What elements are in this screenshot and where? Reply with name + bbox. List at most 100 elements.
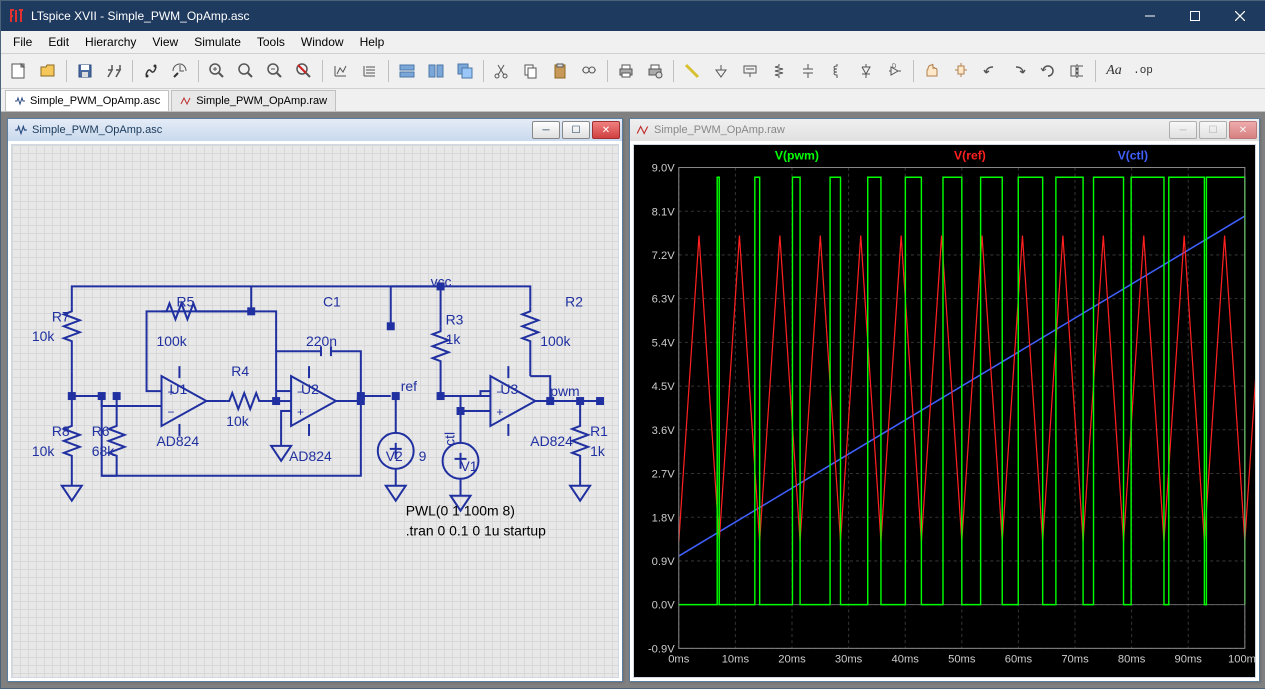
find-button[interactable]	[575, 57, 603, 85]
svg-text:V1: V1	[461, 458, 478, 474]
zoom-fit-button[interactable]	[290, 57, 318, 85]
app-window: LTspice XVII - Simple_PWM_OpAmp.asc File…	[0, 0, 1265, 689]
svg-text:R5: R5	[176, 293, 194, 309]
tile-vertical-button[interactable]	[422, 57, 450, 85]
undo-button[interactable]	[976, 57, 1004, 85]
menu-view[interactable]: View	[144, 33, 186, 51]
capacitor-button[interactable]	[794, 57, 822, 85]
waveform-window: Simple_PWM_OpAmp.raw ─ ☐ ✕ -0.9V0.0V0.9V…	[629, 118, 1260, 682]
halt-button[interactable]	[166, 57, 194, 85]
tile-windows-button[interactable]	[393, 57, 421, 85]
paste-button[interactable]	[546, 57, 574, 85]
app-logo-icon	[9, 8, 25, 24]
svg-text:9.0V: 9.0V	[652, 163, 676, 175]
draw-wire-button[interactable]	[678, 57, 706, 85]
label-net-button[interactable]	[736, 57, 764, 85]
svg-text:R1: R1	[590, 423, 608, 439]
schematic-titlebar[interactable]: Simple_PWM_OpAmp.asc ─ ☐ ✕	[8, 119, 622, 141]
zoom-in-button[interactable]	[203, 57, 231, 85]
svg-text:1.8V: 1.8V	[652, 512, 676, 524]
schematic-icon	[14, 123, 28, 137]
svg-text:AD824: AD824	[157, 433, 200, 449]
zoom-out-button[interactable]	[261, 57, 289, 85]
schematic-canvas[interactable]: + −	[12, 145, 618, 677]
diode-button[interactable]	[852, 57, 880, 85]
waveform-close-button[interactable]: ✕	[1229, 121, 1257, 139]
svg-text:U3: U3	[500, 381, 518, 397]
svg-text:AD824: AD824	[289, 448, 332, 464]
copy-button[interactable]	[517, 57, 545, 85]
menu-help[interactable]: Help	[352, 33, 393, 51]
waveform-titlebar[interactable]: Simple_PWM_OpAmp.raw ─ ☐ ✕	[630, 119, 1259, 141]
svg-text:V(pwm): V(pwm)	[775, 148, 819, 162]
menu-file[interactable]: File	[5, 33, 40, 51]
waveform-minimize-button[interactable]: ─	[1169, 121, 1197, 139]
svg-text:C1: C1	[323, 293, 341, 309]
svg-text:+: +	[297, 405, 304, 419]
close-button[interactable]	[1217, 1, 1262, 31]
print-setup-button[interactable]	[641, 57, 669, 85]
print-button[interactable]	[612, 57, 640, 85]
run-button[interactable]	[137, 57, 165, 85]
svg-text:PWL(0 1 100m 8): PWL(0 1 100m 8)	[406, 503, 515, 519]
save-button[interactable]	[71, 57, 99, 85]
plot-canvas[interactable]: -0.9V0.0V0.9V1.8V2.7V3.6V4.5V5.4V6.3V7.2…	[634, 145, 1255, 677]
open-button[interactable]	[34, 57, 62, 85]
tab-schematic[interactable]: Simple_PWM_OpAmp.asc	[5, 90, 169, 111]
schematic-window: Simple_PWM_OpAmp.asc ─ ☐ ✕	[7, 118, 623, 682]
resistor-button[interactable]	[765, 57, 793, 85]
menu-edit[interactable]: Edit	[40, 33, 77, 51]
waveform-maximize-button[interactable]: ☐	[1199, 121, 1227, 139]
schematic-maximize-button[interactable]: ☐	[562, 121, 590, 139]
svg-text:2.7V: 2.7V	[652, 469, 676, 481]
schematic-minimize-button[interactable]: ─	[532, 121, 560, 139]
tab-waveform[interactable]: Simple_PWM_OpAmp.raw	[171, 90, 336, 111]
menu-simulate[interactable]: Simulate	[186, 33, 249, 51]
svg-text:0ms: 0ms	[668, 654, 690, 666]
svg-text:ref: ref	[401, 378, 417, 394]
minimize-button[interactable]	[1127, 1, 1172, 31]
spice-directive-button[interactable]: .op	[1129, 57, 1157, 85]
svg-text:AD824: AD824	[530, 433, 573, 449]
schematic-icon	[14, 95, 26, 107]
svg-text:50ms: 50ms	[948, 654, 976, 666]
menu-hierarchy[interactable]: Hierarchy	[77, 33, 144, 51]
autorange-button[interactable]	[327, 57, 355, 85]
inductor-button[interactable]	[823, 57, 851, 85]
new-schematic-button[interactable]	[5, 57, 33, 85]
text-button[interactable]: Aa	[1100, 57, 1128, 85]
menu-window[interactable]: Window	[293, 33, 352, 51]
svg-text:−: −	[167, 405, 174, 419]
svg-text:R8: R8	[52, 423, 70, 439]
svg-text:1k: 1k	[590, 443, 605, 459]
svg-text:70ms: 70ms	[1061, 654, 1089, 666]
waveform-icon	[180, 95, 192, 107]
svg-text:10k: 10k	[226, 413, 249, 429]
toolbar: D Aa .op	[1, 54, 1265, 89]
move-button[interactable]	[918, 57, 946, 85]
svg-text:1k: 1k	[446, 331, 461, 347]
svg-text:6.3V: 6.3V	[652, 294, 676, 306]
drag-button[interactable]	[947, 57, 975, 85]
zoom-pan-button[interactable]	[232, 57, 260, 85]
setup-button[interactable]	[356, 57, 384, 85]
cut-button[interactable]	[488, 57, 516, 85]
svg-text:90ms: 90ms	[1175, 654, 1203, 666]
rotate-button[interactable]	[1034, 57, 1062, 85]
schematic-close-button[interactable]: ✕	[592, 121, 620, 139]
tab-strip: Simple_PWM_OpAmp.asc Simple_PWM_OpAmp.ra…	[1, 89, 1265, 112]
cascade-windows-button[interactable]	[451, 57, 479, 85]
svg-text:U1: U1	[169, 381, 187, 397]
ground-button[interactable]	[707, 57, 735, 85]
svg-text:0.0V: 0.0V	[652, 600, 676, 612]
control-panel-button[interactable]	[100, 57, 128, 85]
svg-text:V2: V2	[386, 448, 403, 464]
menu-tools[interactable]: Tools	[249, 33, 293, 51]
svg-text:10ms: 10ms	[722, 654, 750, 666]
redo-button[interactable]	[1005, 57, 1033, 85]
svg-text:V(ref): V(ref)	[954, 148, 986, 162]
mirror-button[interactable]	[1063, 57, 1091, 85]
component-button[interactable]: D	[881, 57, 909, 85]
svg-text:220n: 220n	[306, 333, 337, 349]
maximize-button[interactable]	[1172, 1, 1217, 31]
